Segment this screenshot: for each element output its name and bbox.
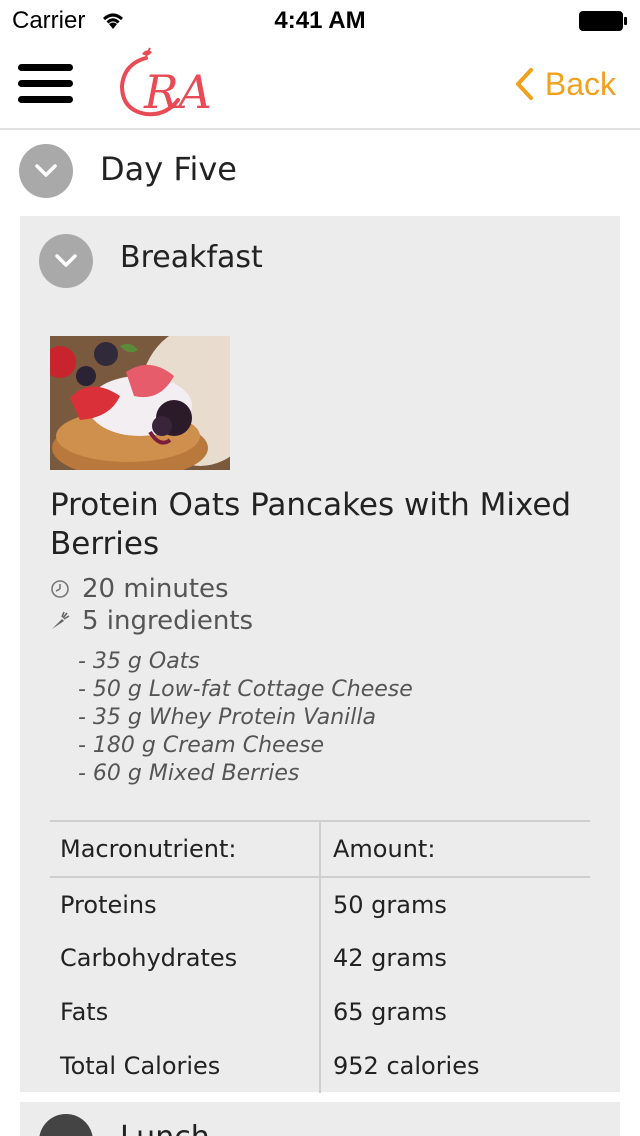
table-cell: 50 grams — [333, 890, 447, 919]
status-bar: Carrier 4:41 AM — [0, 0, 640, 40]
ingredient-item: - 60 g Mixed Berries — [78, 761, 300, 786]
macronutrient-table: Macronutrient: Amount: Proteins 50 grams… — [50, 820, 590, 1093]
hamburger-icon[interactable] — [18, 62, 74, 104]
clock-icon — [51, 580, 69, 598]
table-header-cell: Amount: — [320, 820, 590, 878]
table-cell: Total Calories — [50, 1039, 321, 1093]
back-button[interactable]: Back — [513, 62, 616, 106]
table-row: Total Calories 952 calories — [50, 1039, 590, 1093]
nav-bar: RA Back — [0, 40, 640, 130]
ingredient-list: - 35 g Oats - 50 g Low-fat Cottage Chees… — [78, 648, 413, 788]
next-meal-title: Lunch — [120, 1120, 210, 1136]
ingredient-item: - 35 g Whey Protein Vanilla — [78, 705, 376, 730]
status-time: 4:41 AM — [274, 7, 366, 34]
table-row: Fats 65 grams — [50, 985, 590, 1039]
meal-panel-breakfast: Breakfast Protein Oats Pancakes with Mix… — [20, 216, 620, 1093]
table-cell: Fats — [50, 985, 321, 1039]
battery-icon — [579, 11, 627, 31]
meal-title: Breakfast — [120, 240, 263, 275]
recipe-ingredient-count-label: 5 ingredients — [82, 606, 254, 636]
table-row: Carbohydrates 42 grams — [50, 931, 590, 985]
day-title: Day Five — [100, 150, 237, 188]
table-cell: 42 grams — [333, 944, 447, 972]
recipe-time: 20 minutes — [50, 574, 229, 604]
recipe-photo — [50, 336, 230, 470]
table-row: Proteins 50 grams — [50, 877, 590, 931]
day-expand-button[interactable] — [19, 144, 73, 198]
table-header-row: Macronutrient: Amount: — [50, 820, 590, 878]
recipe-ingredient-count: 5 ingredients — [50, 606, 253, 636]
table-header-cell: Macronutrient: — [50, 820, 321, 878]
meal-expand-button[interactable] — [39, 234, 93, 288]
next-expand-button[interactable] — [39, 1114, 93, 1136]
ingredient-item: - 35 g Oats — [78, 649, 200, 674]
table-cell: 65 grams — [333, 998, 447, 1026]
day-header[interactable]: Day Five — [0, 132, 640, 212]
app-logo: RA — [119, 47, 212, 119]
table-cell: 952 calories — [333, 1052, 480, 1080]
meal-panel-next[interactable]: Lunch — [20, 1102, 620, 1136]
chevron-down-icon — [35, 164, 57, 177]
table-cell: Proteins — [50, 877, 321, 931]
chevron-left-icon — [515, 68, 533, 100]
recipe-title: Protein Oats Pancakes with Mixed Berries — [50, 487, 572, 562]
chevron-down-icon — [55, 254, 77, 267]
carrot-icon — [52, 611, 70, 629]
ingredient-item: - 50 g Low-fat Cottage Cheese — [78, 677, 413, 702]
table-cell: Carbohydrates — [50, 931, 321, 985]
recipe-time-label: 20 minutes — [82, 574, 229, 604]
ingredient-item: - 180 g Cream Cheese — [78, 733, 325, 758]
svg-text:RA: RA — [143, 65, 212, 119]
back-button-label: Back — [544, 65, 616, 102]
